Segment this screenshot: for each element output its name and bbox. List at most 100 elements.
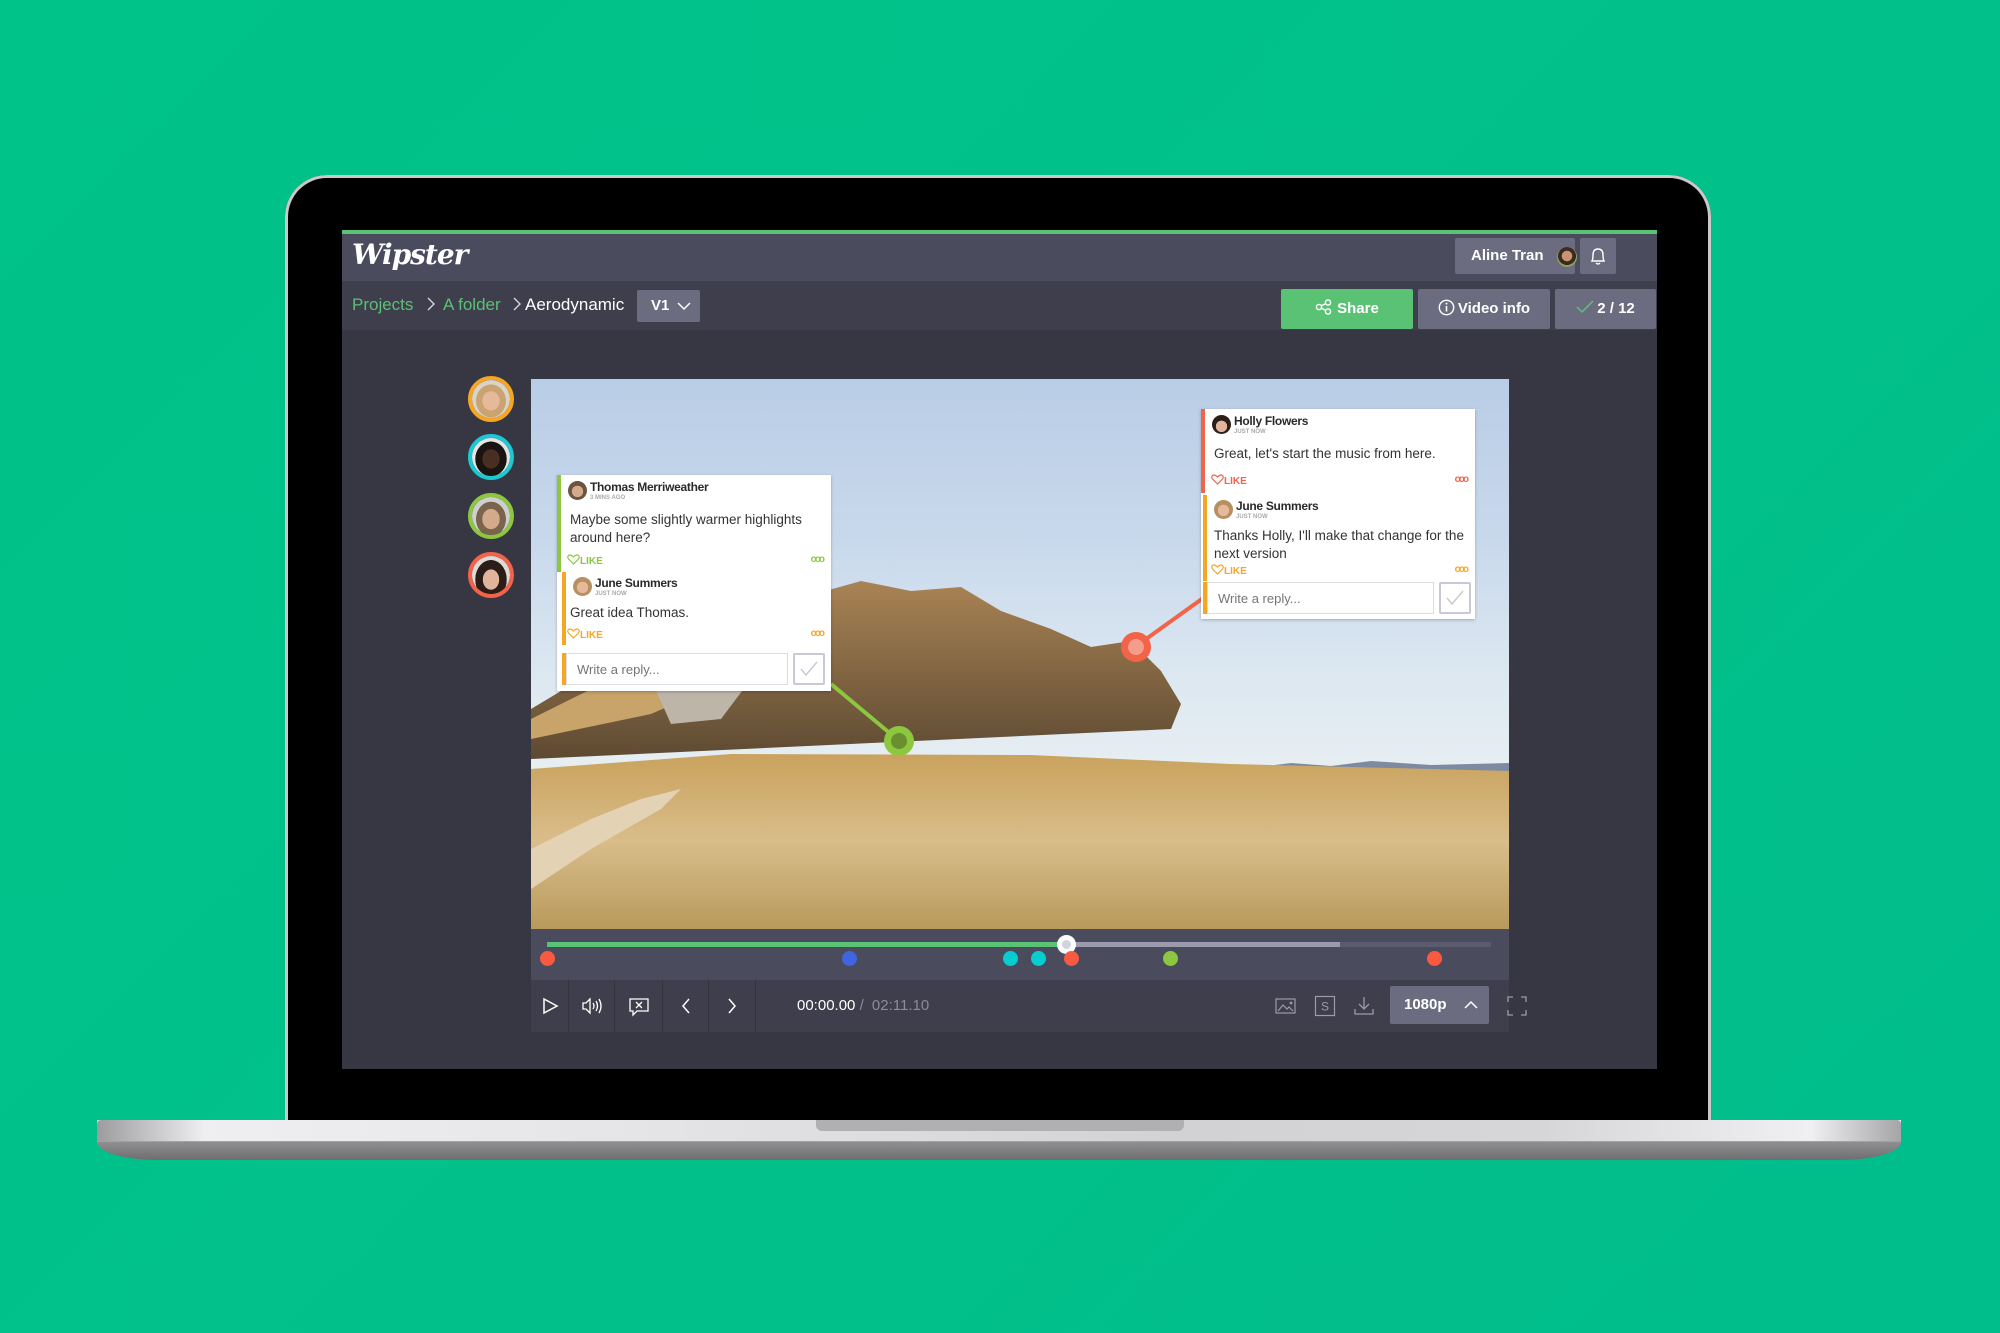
annotation-pin-red[interactable] — [1121, 632, 1151, 662]
reviewer-avatar[interactable] — [468, 493, 514, 539]
comment-time: 3 MINS AGO — [590, 495, 626, 501]
comment-color-bar — [1201, 409, 1205, 493]
reply-input[interactable] — [566, 653, 788, 685]
fullscreen-icon — [1507, 996, 1527, 1016]
comment-marker[interactable] — [1030, 951, 1046, 966]
comment-marker[interactable] — [1002, 951, 1018, 966]
user-menu-button[interactable]: Aline Tran — [1455, 238, 1597, 274]
comment: Thomas Merriweather 3 MINS AGO Maybe som… — [557, 475, 831, 572]
user-name: Aline Tran — [1471, 247, 1544, 264]
notifications-button[interactable] — [1580, 238, 1616, 274]
submit-reply-button[interactable] — [793, 653, 825, 685]
breadcrumb-projects[interactable]: Projects — [352, 295, 413, 315]
comment-text: Maybe some slightly warmer highlights ar… — [570, 512, 802, 545]
comment-marker[interactable] — [540, 951, 555, 966]
comment-author: June Summers — [1236, 499, 1319, 513]
comment-author: June Summers — [595, 576, 678, 590]
comment-color-bar — [557, 475, 561, 572]
check-icon — [1576, 300, 1594, 314]
check-icon — [800, 661, 818, 677]
breadcrumb-current: Aerodynamic — [525, 295, 625, 314]
approvals-count: 2 / 12 — [1597, 300, 1635, 317]
progress-track[interactable] — [547, 935, 1491, 954]
comment-avatar — [1212, 415, 1231, 434]
comment-marker[interactable] — [1427, 951, 1443, 966]
user-avatar — [1557, 247, 1577, 267]
more-options-icon[interactable]: ooo — [811, 554, 825, 565]
comment-time: JUST NOW — [1234, 429, 1266, 435]
comment-author: Thomas Merriweather — [590, 480, 709, 494]
next-comment-button[interactable] — [709, 980, 756, 1032]
player-controls: 00:00.00 / 02:11.10 S 1080p — [531, 980, 1527, 1032]
breadcrumb-bar: Projects A folder Aerodynamic V1 Share V… — [342, 281, 1657, 330]
comment-marker[interactable] — [1063, 951, 1079, 966]
comment-thread: Thomas Merriweather 3 MINS AGO Maybe som… — [557, 475, 831, 691]
annotation-pin-green[interactable] — [884, 726, 914, 756]
quality-select[interactable]: 1080p — [1390, 986, 1489, 1024]
subtitles-button[interactable]: S — [1314, 995, 1336, 1017]
volume-button[interactable] — [569, 980, 615, 1032]
like-button[interactable]: LIKE — [1211, 474, 1247, 487]
comment-text: Thanks Holly, I'll make that change for … — [1214, 528, 1464, 561]
chevron-right-icon — [512, 293, 522, 320]
bell-icon — [1590, 248, 1606, 265]
more-options-icon[interactable]: ooo — [1455, 474, 1469, 485]
comment-marker[interactable] — [842, 951, 858, 966]
current-time: 00:00.00 — [797, 997, 856, 1014]
comment-author: Holly Flowers — [1234, 414, 1309, 428]
comment-time: JUST NOW — [595, 591, 627, 597]
video-frame[interactable]: Thomas Merriweather 3 MINS AGO Maybe som… — [531, 379, 1509, 929]
download-icon — [1354, 997, 1374, 1015]
share-button[interactable]: Share — [1281, 289, 1413, 329]
more-options-icon[interactable]: ooo — [1455, 564, 1469, 575]
comment-avatar — [573, 577, 592, 596]
download-button[interactable] — [1352, 994, 1376, 1018]
snapshot-button[interactable] — [1274, 994, 1298, 1018]
like-button[interactable]: LIKE — [567, 554, 603, 567]
heart-icon — [1211, 474, 1224, 485]
comment-text: Great idea Thomas. — [570, 605, 690, 620]
like-button[interactable]: LIKE — [1211, 564, 1247, 577]
comment-thread: Holly Flowers JUST NOW Great, let's star… — [1201, 409, 1475, 619]
heart-icon — [567, 628, 580, 639]
comment-avatar — [1214, 500, 1233, 519]
video-info-button[interactable]: Video info — [1418, 289, 1550, 329]
play-icon — [543, 997, 559, 1015]
version-select[interactable]: V1 — [637, 290, 700, 322]
version-label: V1 — [651, 297, 670, 314]
previous-comment-button[interactable] — [663, 980, 709, 1032]
reviewer-avatar[interactable] — [468, 552, 514, 598]
like-button[interactable]: LIKE — [567, 628, 603, 641]
play-button[interactable] — [531, 980, 569, 1032]
toggle-comments-button[interactable] — [615, 980, 663, 1032]
comment-marker[interactable] — [1163, 951, 1179, 966]
quality-label: 1080p — [1404, 996, 1447, 1013]
svg-text:S: S — [1321, 1000, 1329, 1014]
volume-icon — [582, 997, 602, 1015]
comment: June Summers JUST NOW Thanks Holly, I'll… — [1203, 495, 1475, 581]
comment-time: JUST NOW — [1236, 514, 1268, 520]
time-separator: / — [859, 997, 864, 1014]
reply-input[interactable] — [1207, 582, 1434, 614]
time-display: 00:00.00 / 02:11.10 — [797, 980, 929, 1032]
chevron-left-icon — [682, 998, 690, 1014]
wipster-logo[interactable]: Wipster — [352, 238, 468, 271]
more-options-icon[interactable]: ooo — [811, 628, 825, 639]
comment-text: Great, let's start the music from here. — [1214, 446, 1436, 461]
reviewer-avatar[interactable] — [468, 434, 514, 480]
info-icon — [1438, 299, 1455, 316]
comment-avatar — [568, 481, 587, 500]
timeline[interactable] — [531, 929, 1509, 980]
app-screen: Wipster Aline Tran Projects A folder Aer… — [342, 230, 1657, 1069]
breadcrumb-folder[interactable]: A folder — [443, 295, 501, 315]
heart-icon — [567, 554, 580, 565]
submit-reply-button[interactable] — [1439, 582, 1471, 614]
heart-icon — [1211, 564, 1224, 575]
top-header: Wipster Aline Tran — [342, 234, 1657, 281]
hide-comments-icon — [629, 998, 649, 1017]
video-info-label: Video info — [1457, 300, 1531, 317]
approvals-button[interactable]: 2 / 12 — [1555, 289, 1656, 329]
fullscreen-button[interactable] — [1505, 994, 1529, 1018]
chevron-right-icon — [426, 293, 436, 320]
reviewer-avatar[interactable] — [468, 376, 514, 422]
